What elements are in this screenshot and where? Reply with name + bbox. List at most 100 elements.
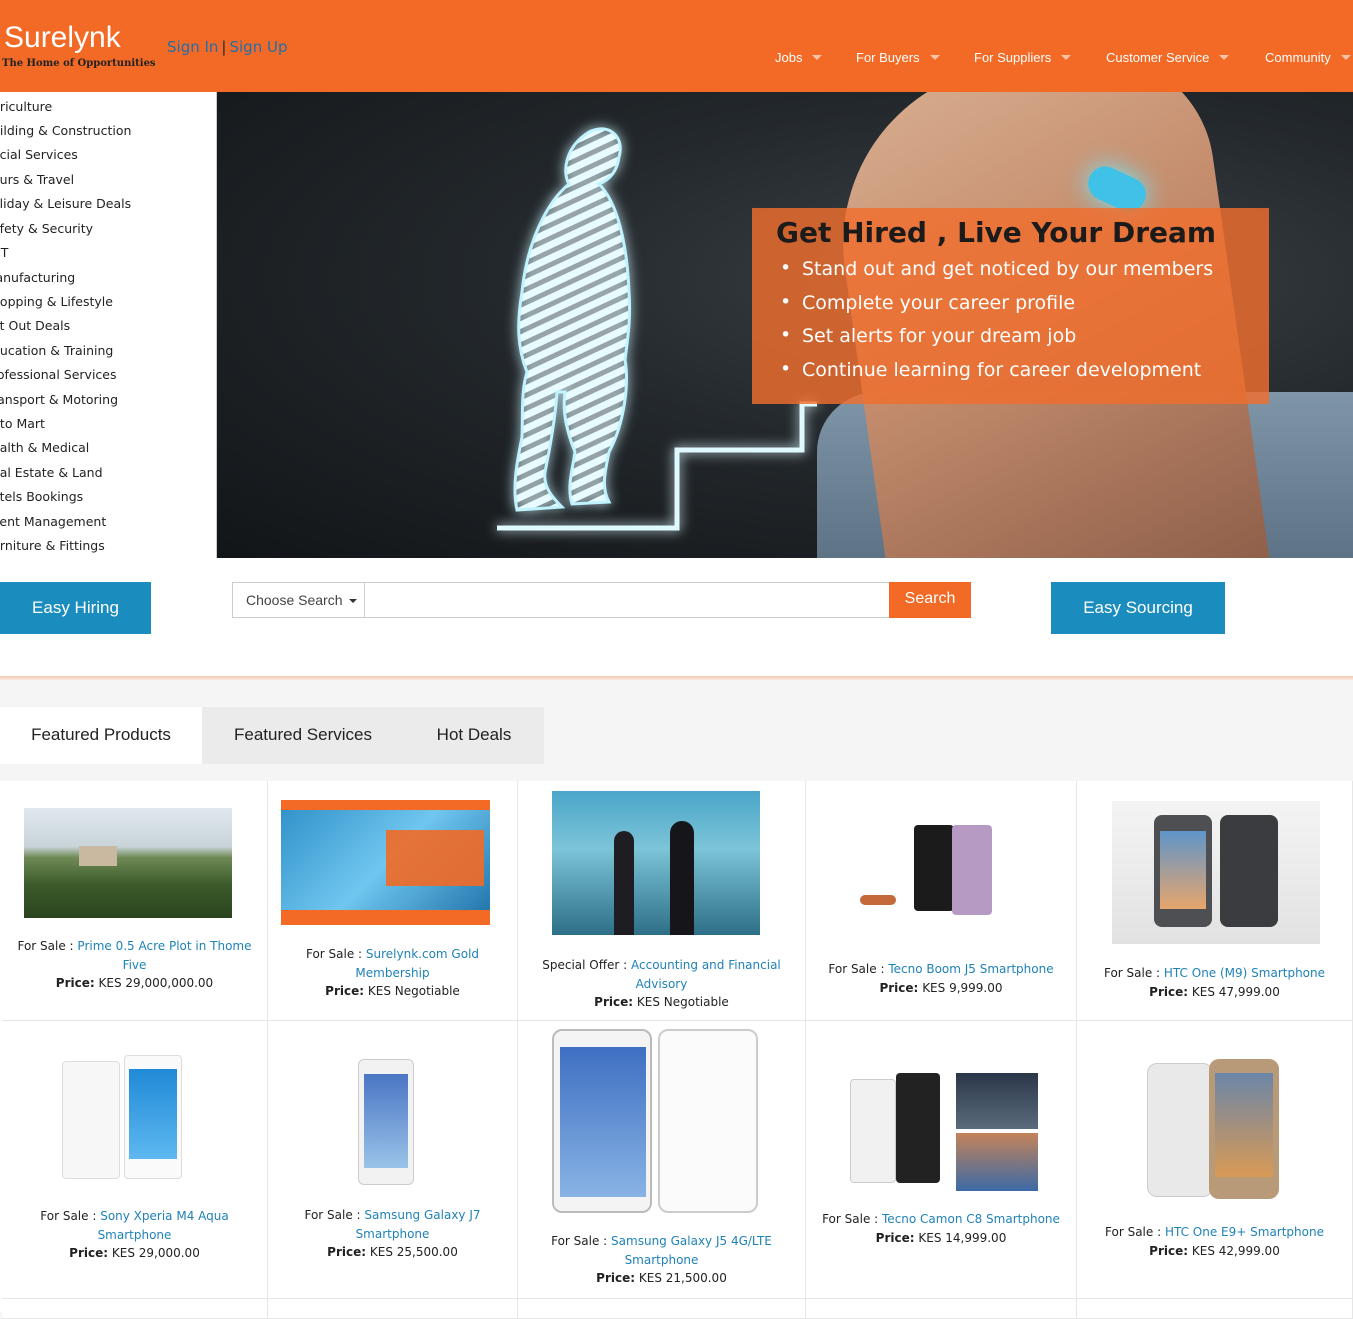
product-image[interactable]	[854, 821, 999, 921]
product-card[interactable]: For Sale : Samsung Galaxy J7 Smartphone …	[268, 1021, 518, 1299]
category-link[interactable]: uto Mart	[0, 416, 45, 431]
search-input[interactable]	[364, 582, 890, 618]
category-link[interactable]: ealth & Medical	[0, 440, 89, 455]
category-link[interactable]: rofessional Services	[0, 367, 117, 382]
nav-for-buyers[interactable]: For Buyers	[856, 50, 940, 65]
phone-screen	[129, 1069, 177, 1159]
product-image[interactable]	[62, 1055, 187, 1185]
sign-in-link[interactable]: Sign In	[167, 38, 218, 56]
tab-hot-deals[interactable]: Hot Deals	[404, 707, 544, 764]
product-caption: For Sale : Tecno Camon C8 Smartphone Pri…	[816, 1210, 1066, 1247]
product-card[interactable]	[806, 1299, 1077, 1319]
product-link[interactable]: HTC One E9+ Smartphone	[1165, 1225, 1324, 1239]
product-card[interactable]: For Sale : Tecno Boom J5 Smartphone Pric…	[806, 781, 1077, 1021]
product-card[interactable]	[518, 1299, 806, 1319]
easy-sourcing-button[interactable]: Easy Sourcing	[1051, 582, 1225, 634]
product-price: KES 29,000.00	[111, 1246, 200, 1260]
tab-featured-products[interactable]: Featured Products	[0, 707, 202, 764]
image-tile	[956, 1133, 1038, 1191]
product-image[interactable]	[358, 1059, 414, 1185]
product-caption: For Sale : HTC One E9+ Smartphone Price:…	[1087, 1223, 1342, 1260]
product-caption: For Sale : Prime 0.5 Acre Plot in Thome …	[12, 937, 257, 993]
category-link[interactable]: at Out Deals	[0, 318, 70, 333]
category-link[interactable]: griculture	[0, 99, 52, 114]
product-card[interactable]	[268, 1299, 518, 1319]
product-link[interactable]: HTC One (M9) Smartphone	[1164, 966, 1325, 980]
product-caption: For Sale : Samsung Galaxy J5 4G/LTE Smar…	[528, 1232, 795, 1288]
product-card[interactable]: For Sale : Tecno Camon C8 Smartphone Pri…	[806, 1021, 1077, 1299]
product-caption: Special Offer : Accounting and Financial…	[528, 956, 795, 1012]
product-link[interactable]: Tecno Camon C8 Smartphone	[882, 1212, 1060, 1226]
category-link[interactable]: otels Bookings	[0, 489, 83, 504]
product-link[interactable]: Prime 0.5 Acre Plot in Thome Five	[77, 939, 251, 972]
nav-label: For Buyers	[856, 50, 920, 65]
chevron-down-icon	[1219, 55, 1230, 60]
nav-community[interactable]: Community	[1265, 50, 1351, 65]
product-card[interactable]: For Sale : HTC One (M9) Smartphone Price…	[1077, 781, 1353, 1021]
category-link[interactable]: ransport & Motoring	[0, 392, 118, 407]
product-link[interactable]: Tecno Boom J5 Smartphone	[888, 962, 1053, 976]
product-link[interactable]: Samsung Galaxy J5 4G/LTE Smartphone	[611, 1234, 772, 1267]
product-image[interactable]	[552, 1029, 762, 1215]
product-image[interactable]	[281, 800, 490, 925]
product-image[interactable]	[24, 808, 232, 918]
banner-point: Complete your career profile	[780, 291, 1075, 314]
product-link[interactable]: Surelynk.com Gold Membership	[355, 947, 479, 980]
category-link[interactable]: ocial Services	[0, 147, 78, 162]
category-link[interactable]: CT	[0, 245, 8, 260]
product-image[interactable]	[846, 1073, 1041, 1191]
product-grid: For Sale : Prime 0.5 Acre Plot in Thome …	[0, 781, 1353, 1319]
nav-jobs[interactable]: Jobs	[775, 50, 823, 65]
product-card[interactable]	[1077, 1299, 1353, 1319]
category-link[interactable]: ducation & Training	[0, 343, 113, 358]
category-link[interactable]: uilding & Construction	[0, 123, 131, 138]
chevron-down-icon	[929, 55, 940, 60]
product-link[interactable]: Sony Xperia M4 Aqua Smartphone	[98, 1209, 229, 1242]
search-button[interactable]: Search	[889, 582, 971, 618]
chevron-down-icon	[812, 55, 823, 60]
category-link[interactable]: urniture & Fittings	[0, 538, 105, 553]
nav-customer-service[interactable]: Customer Service	[1106, 50, 1230, 65]
image-tile	[956, 1073, 1038, 1129]
category-link[interactable]: oliday & Leisure Deals	[0, 196, 131, 211]
category-link[interactable]: vent Management	[0, 514, 106, 529]
product-card[interactable]: For Sale : HTC One E9+ Smartphone Price:…	[1077, 1021, 1353, 1299]
logo[interactable]: Surelynk	[4, 22, 121, 54]
price-label: Price:	[69, 1246, 109, 1260]
category-link[interactable]: lanufacturing	[0, 270, 75, 285]
phone-shape	[850, 1079, 896, 1183]
category-link[interactable]: hopping & Lifestyle	[0, 294, 113, 309]
category-link[interactable]: afety & Security	[0, 221, 93, 236]
hero-banner[interactable]: Get Hired , Live Your Dream Stand out an…	[217, 92, 1353, 558]
product-card[interactable]: For Sale : Surelynk.com Gold Membership …	[268, 781, 518, 1021]
price-label: Price:	[594, 995, 634, 1009]
chevron-down-icon	[1340, 55, 1351, 60]
product-kind: For Sale :	[304, 1208, 361, 1222]
easy-hiring-button[interactable]: Easy Hiring	[0, 582, 151, 634]
product-link[interactable]: Accounting and Financial Advisory	[631, 958, 781, 991]
product-card[interactable]: For Sale : Prime 0.5 Acre Plot in Thome …	[2, 781, 268, 1021]
choose-search-dropdown[interactable]: Choose Search	[232, 582, 364, 618]
product-image[interactable]	[1147, 1059, 1282, 1201]
banner-title: Get Hired , Live Your Dream	[776, 216, 1217, 249]
product-caption: For Sale : HTC One (M9) Smartphone Price…	[1087, 964, 1342, 1001]
product-image[interactable]	[1112, 801, 1320, 944]
product-card[interactable]: Special Offer : Accounting and Financial…	[518, 781, 806, 1021]
banner-point: Set alerts for your dream job	[780, 324, 1076, 347]
product-card[interactable]	[2, 1299, 268, 1319]
product-link[interactable]: Samsung Galaxy J7 Smartphone	[356, 1208, 481, 1241]
product-kind: For Sale :	[17, 939, 74, 953]
choose-search-label: Choose Search	[246, 592, 343, 608]
product-image[interactable]	[552, 791, 760, 935]
product-caption: For Sale : Tecno Boom J5 Smartphone Pric…	[816, 960, 1066, 997]
product-price: KES 14,999.00	[918, 1230, 1007, 1245]
product-kind: Special Offer :	[542, 958, 628, 972]
nav-for-suppliers[interactable]: For Suppliers	[974, 50, 1072, 65]
sign-up-link[interactable]: Sign Up	[229, 38, 287, 56]
phone-shape	[658, 1029, 758, 1213]
tab-featured-services[interactable]: Featured Services	[202, 707, 404, 764]
product-card[interactable]: For Sale : Sony Xperia M4 Aqua Smartphon…	[2, 1021, 268, 1299]
category-link[interactable]: ours & Travel	[0, 172, 74, 187]
product-card[interactable]: For Sale : Samsung Galaxy J5 4G/LTE Smar…	[518, 1021, 806, 1299]
category-link[interactable]: eal Estate & Land	[0, 465, 103, 480]
